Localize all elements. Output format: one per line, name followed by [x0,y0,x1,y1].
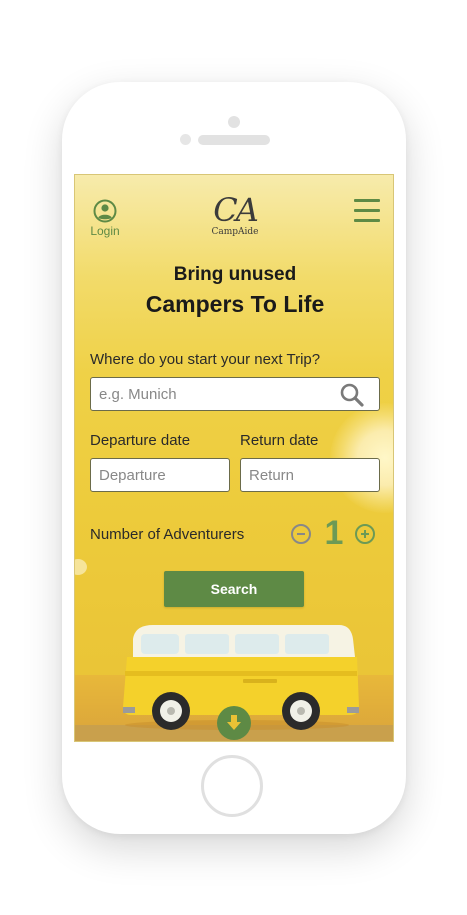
login-button[interactable]: Login [89,199,121,238]
hero-line-2: Campers To Life [145,291,325,317]
increase-adventurers-button[interactable] [355,524,375,544]
phone-sensor [180,134,191,145]
departure-date-label: Departure date [90,432,191,449]
return-date-input[interactable] [240,458,380,492]
adventurers-label: Number of Adventurers [90,526,245,543]
hero-headline: Bring unused Campers To Life [75,263,393,321]
search-button[interactable]: Search [164,571,304,607]
campaide-logo[interactable]: CA CampAide [200,193,270,237]
search-icon[interactable] [339,382,365,408]
departure-date-input[interactable] [90,458,230,492]
menu-bar [354,219,380,222]
scroll-down-button[interactable] [217,706,251,740]
minus-circle-icon [297,533,305,535]
phone-home-button[interactable] [201,755,263,817]
login-label: Login [90,224,120,238]
start-location-label: Where do you start your next Trip? [90,351,321,368]
return-date-label: Return date [240,432,319,449]
phone-speaker [198,135,270,145]
logo-mark: CA [213,191,259,229]
menu-bar [354,199,380,202]
adventurers-count: 1 [324,514,344,552]
arrow-down-icon [227,715,241,730]
start-location-input[interactable] [90,377,380,411]
logo-name: CampAide [211,227,259,237]
plus-circle-icon [361,530,369,538]
haze-illustration [75,559,87,575]
app-screen: Login CA CampAide Bring unused Campers T… [74,174,394,742]
user-circle-icon [93,199,117,223]
page: Login CA CampAide Bring unused Campers T… [0,0,467,915]
hero-line-1: Bring unused [173,264,297,285]
decrease-adventurers-button[interactable] [291,524,311,544]
hamburger-menu-icon[interactable] [354,199,380,223]
phone-camera [228,116,240,128]
menu-bar [354,209,380,212]
